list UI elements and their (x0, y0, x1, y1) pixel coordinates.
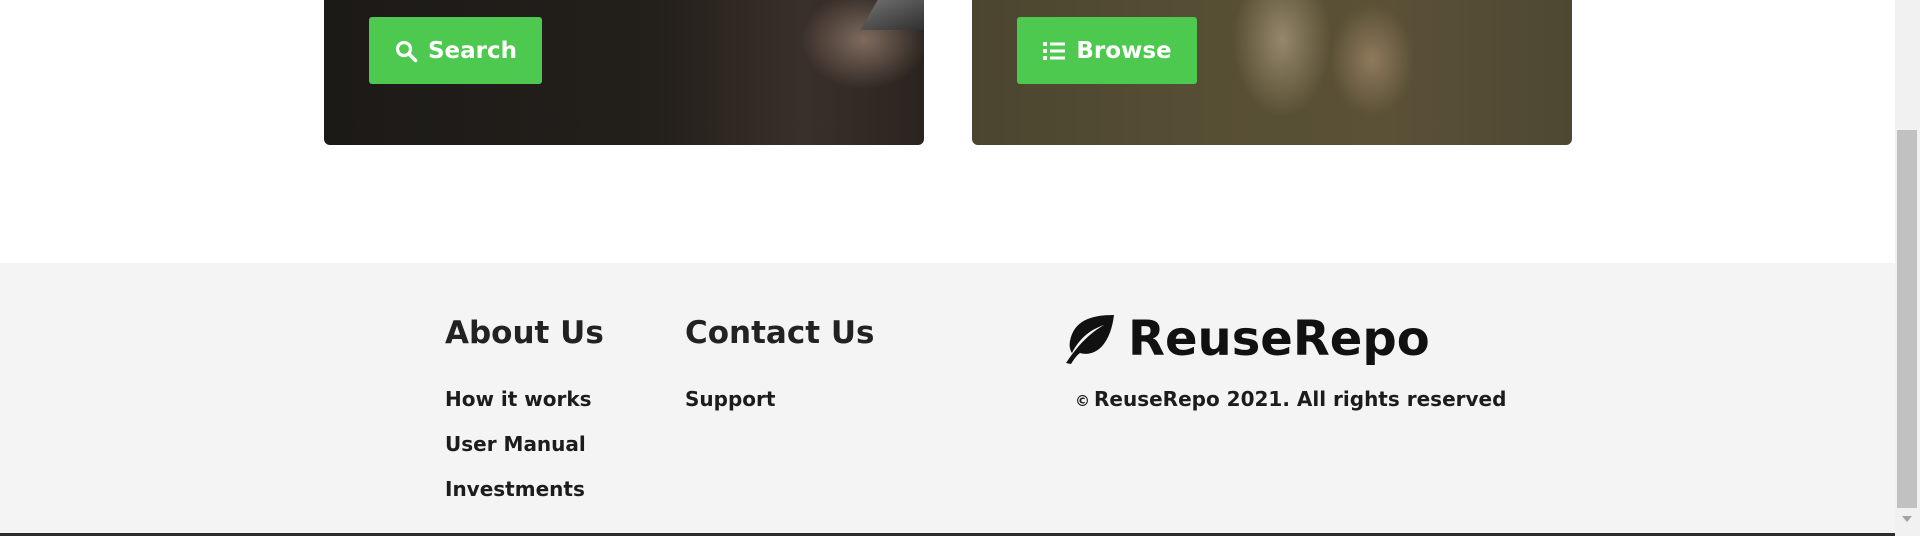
card-photo-detail (860, 0, 924, 30)
copyright-text: © ReuseRepo 2021. All rights reserved (1075, 387, 1506, 411)
search-button-label: Search (427, 37, 518, 64)
vertical-scrollbar[interactable] (1895, 0, 1920, 536)
footer-link-investments[interactable]: Investments (445, 477, 585, 501)
browse-button-label: Browse (1076, 37, 1172, 64)
brand-logo[interactable]: ReuseRepo (1060, 311, 1430, 367)
scrollbar-thumb[interactable] (1897, 130, 1917, 508)
footer-link-user-manual[interactable]: User Manual (445, 432, 586, 456)
search-button[interactable]: Search (369, 17, 542, 84)
brand-name: ReuseRepo (1128, 311, 1430, 367)
footer-link-how-it-works[interactable]: How it works (445, 387, 592, 411)
site-footer: About Us How it works User Manual Invest… (0, 263, 1895, 536)
copyright-label: ReuseRepo 2021. All rights reserved (1094, 387, 1507, 411)
list-icon (1042, 39, 1066, 63)
copyright-symbol: © (1075, 392, 1090, 410)
browse-card: Browse (972, 0, 1572, 145)
scroll-down-arrow-icon[interactable] (1902, 516, 1912, 522)
footer-link-support[interactable]: Support (685, 387, 775, 411)
contact-us-heading: Contact Us (685, 315, 875, 351)
search-icon (394, 39, 418, 63)
content-area: Search Browse (0, 0, 1895, 263)
search-card: Search (324, 0, 924, 145)
leaf-icon (1060, 313, 1116, 365)
about-us-heading: About Us (445, 315, 604, 351)
browse-button[interactable]: Browse (1017, 17, 1197, 84)
